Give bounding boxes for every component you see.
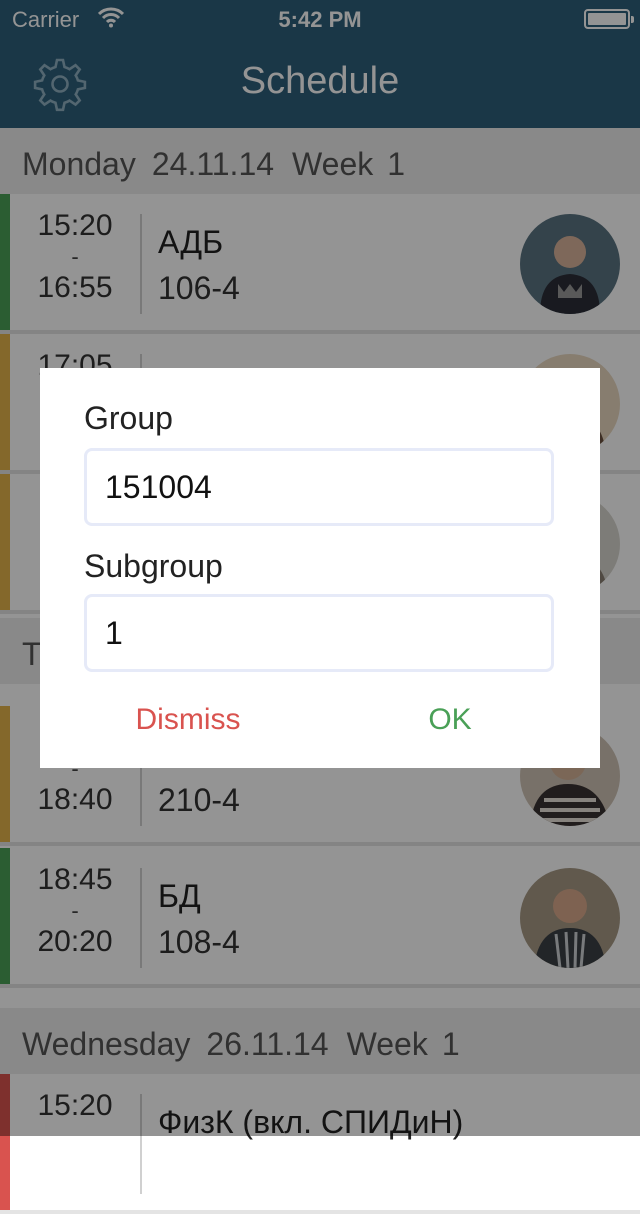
group-label: Group — [84, 400, 173, 436]
group-settings-dialog: Group Subgroup Dismiss OK — [40, 368, 600, 768]
ok-button[interactable]: OK — [310, 680, 590, 760]
subgroup-input[interactable] — [84, 594, 554, 672]
subgroup-label: Subgroup — [84, 548, 223, 584]
dismiss-button[interactable]: Dismiss — [48, 680, 328, 760]
group-input[interactable] — [84, 448, 554, 526]
